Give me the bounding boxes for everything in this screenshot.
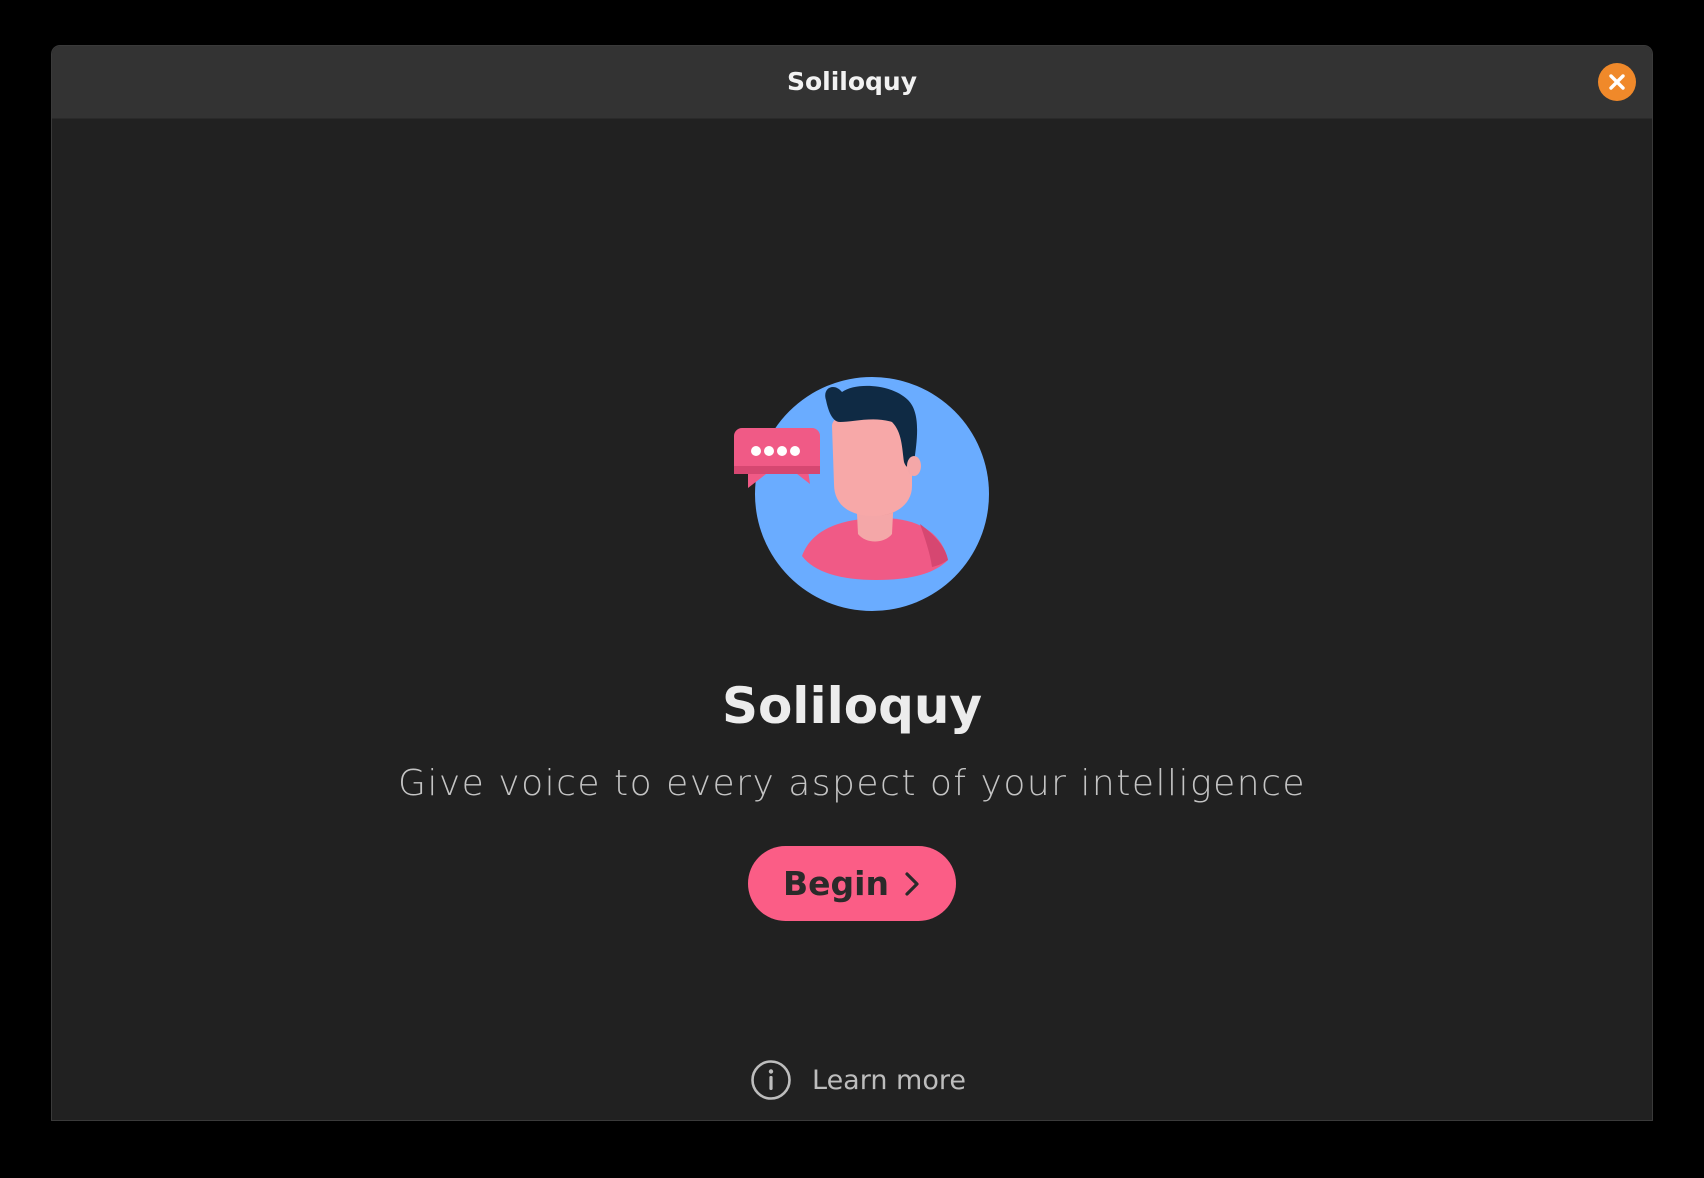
begin-button[interactable]: Begin (748, 846, 956, 921)
tagline: Give voice to every aspect of your intel… (397, 763, 1307, 804)
close-icon (1609, 74, 1625, 90)
app-logo-icon (734, 377, 989, 611)
title-bar[interactable]: Soliloquy (52, 46, 1652, 119)
app-name-heading: Soliloquy (721, 677, 983, 735)
begin-button-label: Begin (783, 864, 889, 903)
window-title: Soliloquy (786, 67, 918, 96)
learn-more-link[interactable]: Learn more (750, 1058, 966, 1102)
chevron-right-icon (905, 871, 919, 896)
close-button[interactable] (1598, 63, 1636, 101)
welcome-page: Soliloquy Give voice to every aspect of … (52, 118, 1652, 1120)
info-icon (751, 1060, 791, 1100)
app-window: Soliloquy Soliloquy Give voice to every … (52, 46, 1652, 1120)
learn-more-label: Learn more (812, 1064, 966, 1096)
